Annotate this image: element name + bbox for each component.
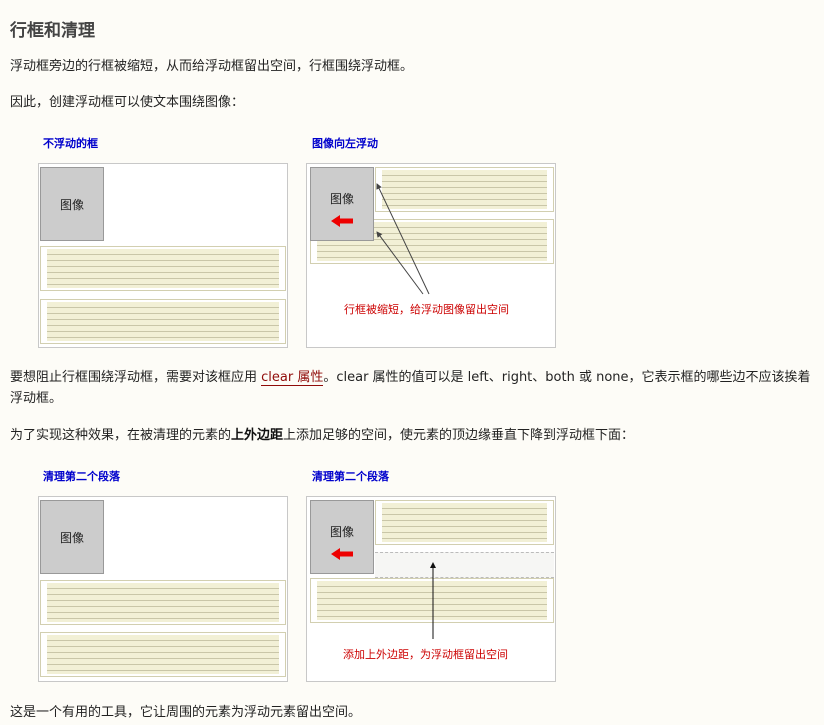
intro-paragraph-2: 因此，创建浮动框可以使文本围绕图像：: [10, 95, 245, 110]
closing-paragraph: 这是一个有用的工具，它让周围的元素为浮动元素留出空间。: [10, 705, 362, 720]
non-floated-container: 图像: [38, 496, 288, 682]
image-box: 图像: [40, 500, 104, 574]
floated-container: 图像 行框被缩短，给浮动图像留出空间: [306, 163, 556, 348]
figure-title-right: 图像向左浮动: [312, 137, 378, 150]
margin-text-after: 上添加足够的空间，使元素的顶边缘垂直下降到浮动框下面：: [283, 428, 635, 443]
margin-text-bold: 上外边距: [231, 428, 284, 443]
text-line-box: [40, 580, 286, 625]
figure-float-wrap: 不浮动的框 图像向左浮动 图像 图像 行框被缩短，给浮动图像留出空间: [38, 135, 578, 360]
figure-title-left: 清理第二个段落: [43, 470, 120, 483]
section-heading: 行框和清理: [10, 21, 95, 41]
figure-caption: 添加上外边距，为浮动框留出空间: [343, 648, 508, 661]
image-label: 图像: [59, 530, 84, 545]
clear-paragraph: 要想阻止行框围绕浮动框，需要对该框应用 clear 属性。clear 属性的值可…: [10, 367, 820, 409]
figure-title-left: 不浮动的框: [43, 137, 98, 150]
intro-paragraph: 浮动框旁边的行框被缩短，从而给浮动框留出空间，行框围绕浮动框。: [10, 59, 414, 74]
image-label: 图像: [59, 197, 84, 212]
clear-text-before: 要想阻止行框围绕浮动框，需要对该框应用: [10, 370, 262, 385]
non-floated-container: 图像: [38, 163, 288, 348]
figure-clear: 清理第二个段落 清理第二个段落 图像 图像 添加上外边距，为浮动框留出空间: [38, 468, 578, 693]
figure-title-right: 清理第二个段落: [312, 470, 389, 483]
image-box: 图像: [40, 167, 104, 241]
text-line-box: [40, 299, 286, 344]
margin-text-before: 为了实现这种效果，在被清理的元素的: [10, 428, 232, 443]
text-line-box: [40, 632, 286, 677]
clear-property-link[interactable]: clear 属性: [261, 370, 324, 386]
pointer-lines: [376, 183, 430, 295]
figure-caption: 行框被缩短，给浮动图像留出空间: [344, 303, 509, 316]
cleared-container: 图像 添加上外边距，为浮动框留出空间: [306, 496, 556, 682]
text-line-box: [40, 246, 286, 291]
margin-paragraph: 为了实现这种效果，在被清理的元素的上外边距上添加足够的空间，使元素的顶边缘垂直下…: [10, 425, 634, 446]
